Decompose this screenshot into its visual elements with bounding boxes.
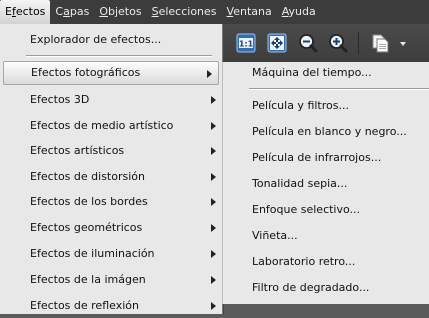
menu-item-label: Efectos de los bordes bbox=[30, 195, 148, 208]
submenu-arrow-icon bbox=[211, 173, 216, 181]
submenu-arrow-icon bbox=[211, 302, 216, 310]
menu-selecciones[interactable]: Selecciones bbox=[147, 0, 222, 24]
menu-item-label: Efectos geométricos bbox=[30, 221, 143, 234]
submenu-arrow-icon bbox=[211, 198, 216, 206]
submenu-item-label: Filtro de degradado... bbox=[252, 281, 370, 294]
menu-item-label: Efectos de distorsión bbox=[30, 170, 145, 183]
zoom-out-icon[interactable] bbox=[298, 33, 318, 53]
submenu-item-sepia[interactable]: Tonalidad sepia... bbox=[223, 172, 429, 196]
menu-item-efectos-3d[interactable]: Efectos 3D bbox=[0, 88, 222, 112]
document-icon[interactable] bbox=[370, 33, 390, 53]
menu-item-label: Efectos de iluminación bbox=[30, 247, 155, 260]
submenu-item-blanco-negro[interactable]: Película en blanco y negro... bbox=[223, 120, 429, 144]
menu-item-distorsion[interactable]: Efectos de distorsión bbox=[0, 165, 222, 189]
submenu-arrow-icon bbox=[211, 96, 216, 104]
menu-item-label: Efectos de reflexión bbox=[30, 299, 139, 312]
effects-menu: Explorador de efectos... Efectos fotográ… bbox=[0, 24, 223, 314]
submenu-item-vineta[interactable]: Viñeta... bbox=[223, 224, 429, 248]
toolbar: 1:1 bbox=[223, 24, 429, 62]
menu-item-imagen[interactable]: Efectos de la imágen bbox=[0, 268, 222, 292]
dropdown-arrow-icon[interactable] bbox=[397, 33, 409, 53]
submenu-item-label: Viñeta... bbox=[252, 229, 298, 242]
fit-window-icon[interactable] bbox=[267, 33, 287, 53]
submenu-item-laboratorio-retro[interactable]: Laboratorio retro... bbox=[223, 250, 429, 274]
actual-size-icon[interactable]: 1:1 bbox=[236, 33, 256, 53]
menu-item-explorador[interactable]: Explorador de efectos... bbox=[0, 28, 222, 52]
menu-bar: Efectos Capas Objetos Selecciones Ventan… bbox=[0, 0, 429, 24]
submenu-item-label: Tonalidad sepia... bbox=[252, 177, 348, 190]
menu-item-label: Efectos artísticos bbox=[30, 144, 125, 157]
submenu-arrow-icon bbox=[207, 70, 212, 78]
menu-item-geometricos[interactable]: Efectos geométricos bbox=[0, 216, 222, 240]
submenu-item-infrarrojos[interactable]: Película de infrarrojos... bbox=[223, 146, 429, 170]
menu-item-reflexion[interactable]: Efectos de reflexión bbox=[0, 294, 222, 318]
menu-ayuda[interactable]: Ayuda bbox=[277, 0, 321, 24]
menu-item-efectos-fotograficos[interactable]: Efectos fotográficos bbox=[3, 61, 219, 85]
submenu-item-label: Película y filtros... bbox=[252, 99, 349, 112]
submenu-item-label: Enfoque selectivo... bbox=[252, 203, 361, 216]
submenu-item-label: Película en blanco y negro... bbox=[252, 125, 407, 138]
submenu-item-label: Película de infrarrojos... bbox=[252, 151, 382, 164]
menu-objetos[interactable]: Objetos bbox=[94, 0, 146, 24]
zoom-in-icon[interactable] bbox=[328, 33, 348, 53]
submenu-arrow-icon bbox=[211, 224, 216, 232]
menu-item-medio-artistico[interactable]: Efectos de medio artístico bbox=[0, 114, 222, 138]
menu-item-label: Efectos 3D bbox=[30, 93, 90, 106]
submenu-item-filtro-degradado[interactable]: Filtro de degradado... bbox=[223, 276, 429, 300]
submenu-arrow-icon bbox=[211, 250, 216, 258]
submenu-arrow-icon bbox=[211, 122, 216, 130]
submenu-item-maquina-tiempo[interactable]: Máquina del tiempo... bbox=[223, 61, 429, 85]
menu-separator bbox=[26, 55, 212, 57]
menu-item-label: Efectos de medio artístico bbox=[30, 119, 174, 132]
menu-ventana[interactable]: Ventana bbox=[222, 0, 277, 24]
menu-item-label: Efectos fotográficos bbox=[31, 66, 141, 79]
submenu-item-pelicula-filtros[interactable]: Película y filtros... bbox=[223, 94, 429, 118]
menu-item-artisticos[interactable]: Efectos artísticos bbox=[0, 139, 222, 163]
svg-text:1:1: 1:1 bbox=[239, 40, 254, 49]
menu-efectos[interactable]: Efectos bbox=[0, 0, 51, 24]
submenu-arrow-icon bbox=[211, 147, 216, 155]
menu-item-label: Explorador de efectos... bbox=[30, 33, 162, 46]
photo-effects-submenu: Máquina del tiempo... Película y filtros… bbox=[222, 62, 429, 304]
menu-item-bordes[interactable]: Efectos de los bordes bbox=[0, 190, 222, 214]
submenu-item-label: Máquina del tiempo... bbox=[252, 66, 372, 79]
toolbar-separator bbox=[358, 32, 359, 54]
menu-item-iluminacion[interactable]: Efectos de iluminación bbox=[0, 242, 222, 266]
submenu-separator bbox=[249, 88, 429, 90]
menu-item-label: Efectos de la imágen bbox=[30, 273, 146, 286]
submenu-item-label: Laboratorio retro... bbox=[252, 255, 356, 268]
submenu-item-enfoque-selectivo[interactable]: Enfoque selectivo... bbox=[223, 198, 429, 222]
menu-capas[interactable]: Capas bbox=[50, 0, 94, 24]
submenu-arrow-icon bbox=[211, 276, 216, 284]
